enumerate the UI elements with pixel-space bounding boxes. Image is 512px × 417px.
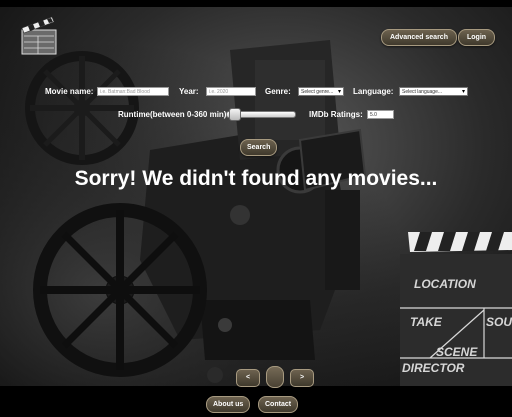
imdb-rating-input[interactable]: 5.0 bbox=[367, 110, 394, 119]
genre-select[interactable]: Select genre... ▾ bbox=[298, 87, 344, 96]
year-label: Year: bbox=[179, 87, 199, 96]
language-label: Language: bbox=[353, 87, 394, 96]
chevron-right-icon[interactable]: > bbox=[290, 369, 314, 387]
current-page-indicator[interactable] bbox=[266, 366, 284, 388]
about-us-button[interactable]: About us bbox=[206, 396, 251, 413]
language-select[interactable]: Select language... ▾ bbox=[399, 87, 468, 96]
clapper-scene-text: SCENE bbox=[436, 345, 478, 359]
clapper-director-text: DIRECTOR bbox=[402, 361, 465, 375]
top-bar bbox=[0, 0, 512, 7]
no-results-message: Sorry! We didn't found any movies... bbox=[74, 167, 438, 190]
clapper-take-text: TAKE bbox=[410, 315, 443, 329]
movie-name-label: Movie name: bbox=[45, 87, 94, 96]
clapper-location-text: LOCATION bbox=[414, 277, 476, 291]
genre-label: Genre: bbox=[265, 87, 291, 96]
chevron-down-icon: ▾ bbox=[337, 89, 341, 95]
bottom-reel-shape bbox=[33, 203, 207, 377]
movie-name-input[interactable]: i.e. Batman:Bad Blood bbox=[97, 87, 169, 96]
search-button[interactable]: Search bbox=[240, 139, 278, 156]
clapperboard-icon[interactable] bbox=[20, 14, 60, 56]
clapper-sou-text: SOU bbox=[486, 315, 512, 329]
login-button[interactable]: Login bbox=[458, 29, 496, 46]
footer-bar bbox=[0, 386, 512, 417]
language-select-value: Select language... bbox=[402, 89, 443, 95]
clapperboard-shape: LOCATION TAKE SOU SCENE DIRECTOR bbox=[400, 232, 512, 386]
genre-select-value: Select genre... bbox=[301, 89, 334, 95]
year-input[interactable]: i.e. 2020 bbox=[206, 87, 256, 96]
advanced-search-button[interactable]: Advanced search bbox=[381, 29, 457, 46]
top-reel-shape bbox=[25, 51, 139, 165]
chevron-down-icon: ▾ bbox=[461, 89, 465, 95]
page: LOCATION TAKE SOU SCENE DIRECTOR Advance… bbox=[0, 0, 512, 417]
runtime-label: Runtime(between 0-360 min): bbox=[118, 110, 230, 119]
background-image: LOCATION TAKE SOU SCENE DIRECTOR bbox=[0, 0, 512, 417]
imdb-label: IMDb Ratings: bbox=[309, 110, 363, 119]
contact-button[interactable]: Contact bbox=[258, 396, 299, 413]
runtime-slider-thumb[interactable] bbox=[229, 108, 241, 121]
chevron-left-icon[interactable]: < bbox=[236, 369, 260, 387]
